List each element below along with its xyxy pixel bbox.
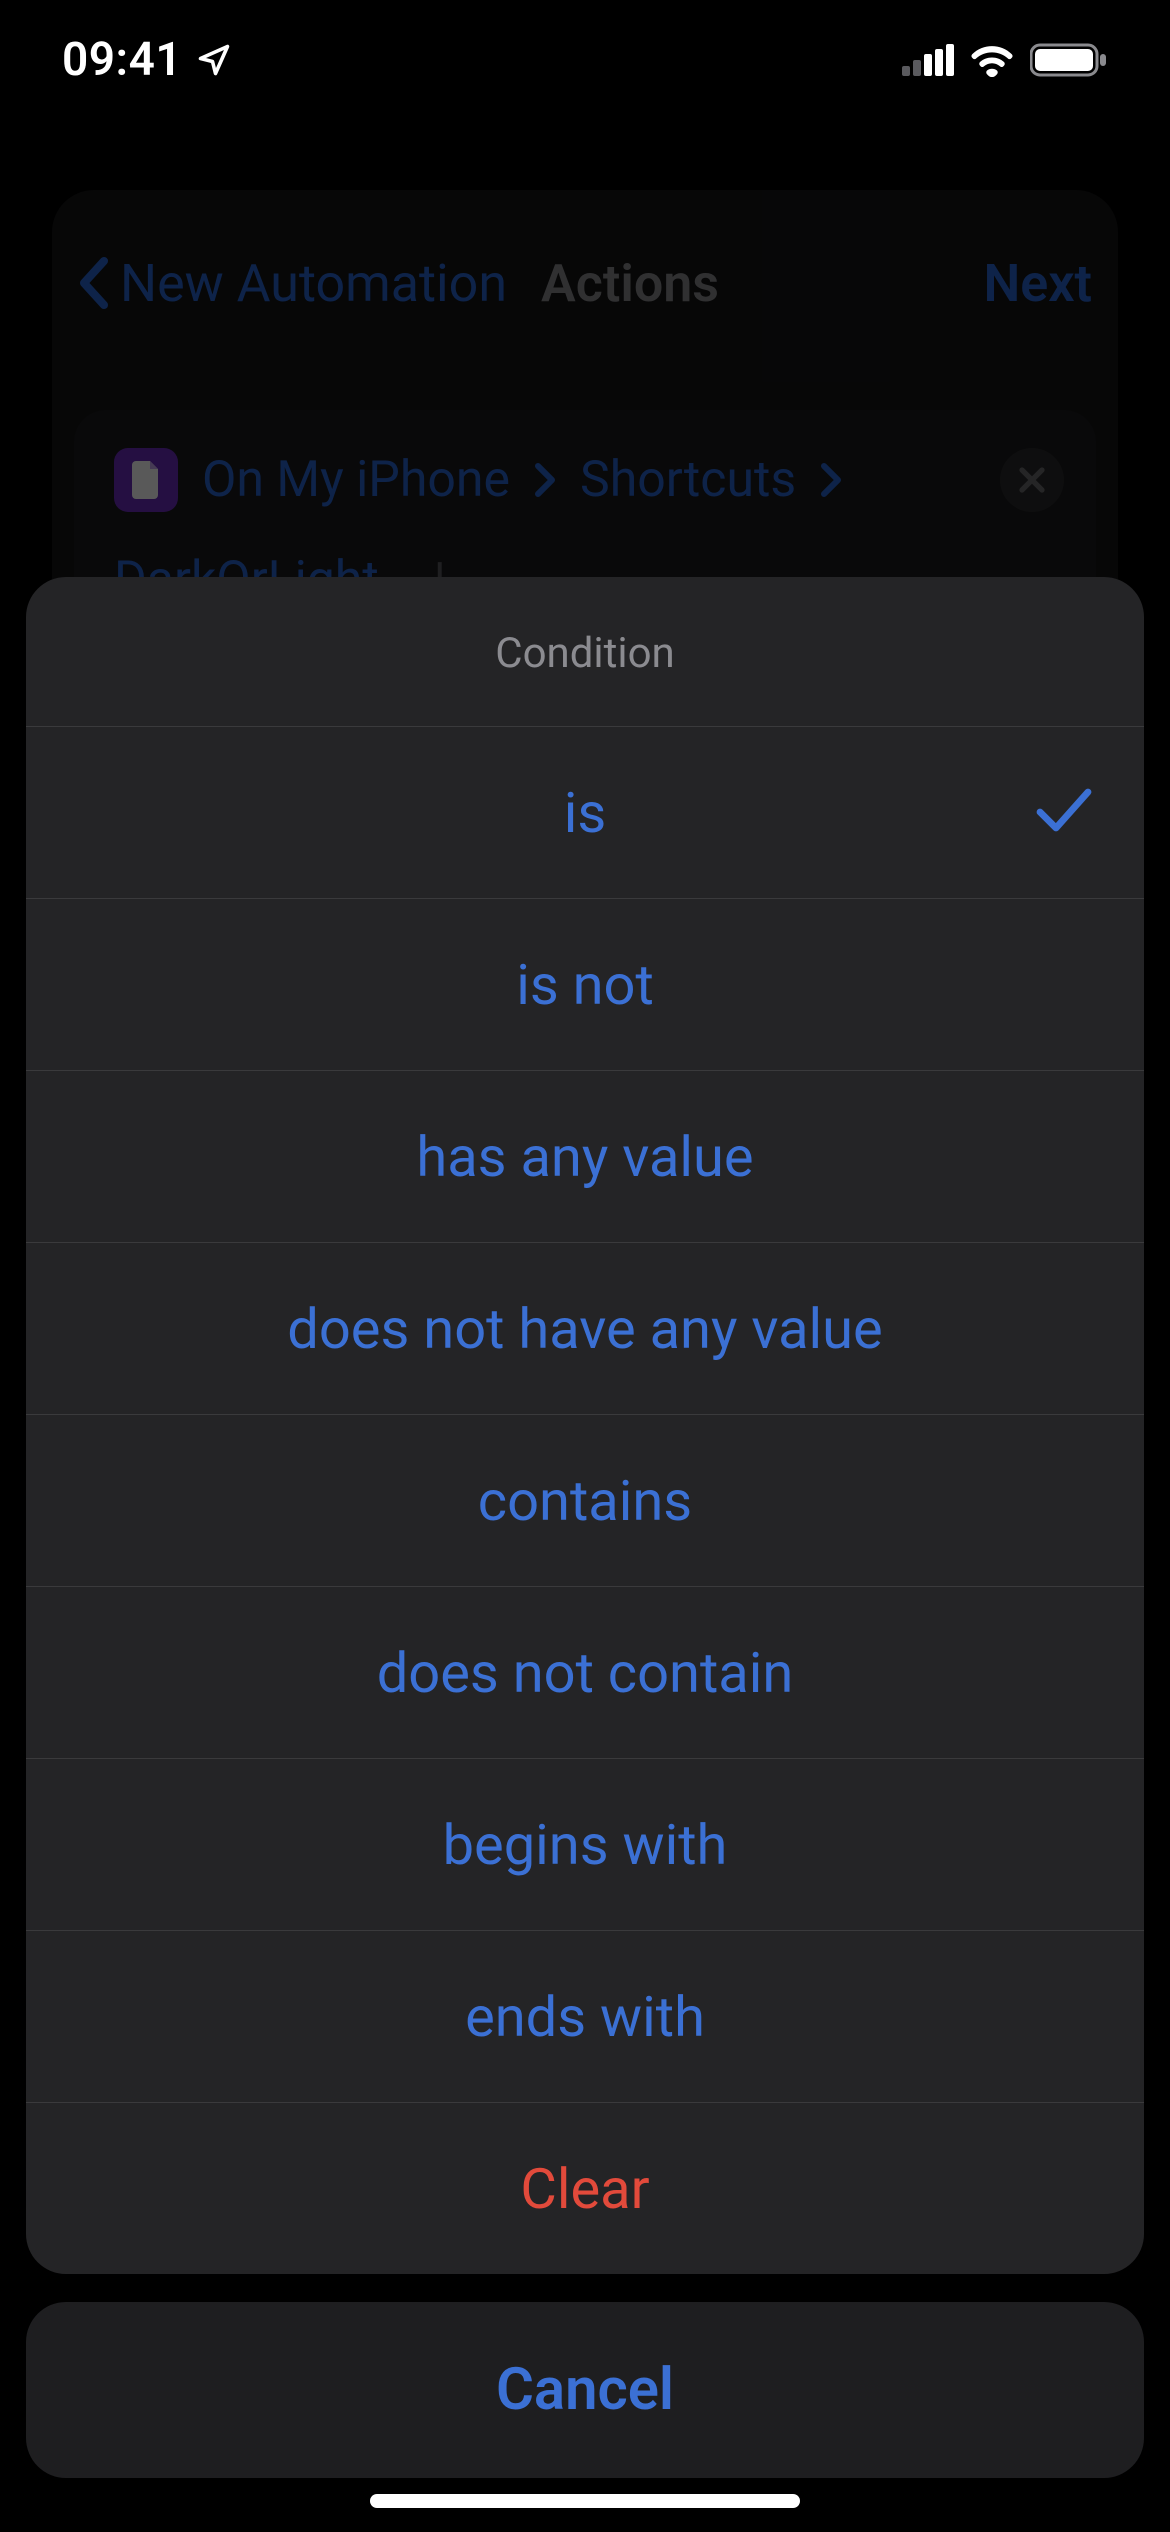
action-card-breadcrumb: On My iPhone Shortcuts bbox=[114, 448, 1056, 512]
condition-option-contains[interactable]: contains bbox=[26, 1414, 1144, 1586]
condition-option-is-not[interactable]: is not bbox=[26, 898, 1144, 1070]
document-icon bbox=[114, 448, 178, 512]
option-label: ends with bbox=[465, 1984, 705, 2050]
condition-option-does-not-have-any-value[interactable]: does not have any value bbox=[26, 1242, 1144, 1414]
chevron-right-icon bbox=[534, 462, 556, 498]
option-label: contains bbox=[478, 1468, 692, 1534]
background-nav-bar: New Automation Actions Next bbox=[52, 228, 1118, 338]
cancel-button[interactable]: Cancel bbox=[26, 2302, 1144, 2478]
condition-option-has-any-value[interactable]: has any value bbox=[26, 1070, 1144, 1242]
status-bar: 09:41 bbox=[0, 0, 1170, 120]
condition-option-begins-with[interactable]: begins with bbox=[26, 1758, 1144, 1930]
option-label: is not bbox=[516, 952, 654, 1018]
option-label: does not contain bbox=[377, 1640, 794, 1706]
chevron-left-icon bbox=[78, 257, 110, 309]
status-time-group: 09:41 bbox=[62, 33, 232, 87]
page-title: Actions bbox=[541, 253, 719, 314]
home-indicator[interactable] bbox=[370, 2494, 800, 2508]
condition-option-ends-with[interactable]: ends with bbox=[26, 1930, 1144, 2102]
checkmark-icon bbox=[1036, 780, 1092, 846]
next-button[interactable]: Next bbox=[983, 253, 1092, 314]
cellular-signal-icon bbox=[902, 44, 954, 76]
chevron-right-icon bbox=[820, 462, 842, 498]
location-arrow-icon bbox=[196, 42, 232, 78]
option-label: has any value bbox=[416, 1124, 753, 1190]
cancel-label: Cancel bbox=[496, 2356, 674, 2424]
sheet-title: Condition bbox=[26, 577, 1144, 726]
status-icons bbox=[902, 42, 1108, 78]
clear-label: Clear bbox=[520, 2156, 649, 2222]
clear-button[interactable]: Clear bbox=[26, 2102, 1144, 2274]
close-icon[interactable] bbox=[1000, 448, 1064, 512]
condition-action-sheet: Condition is is not has any value does n… bbox=[26, 577, 1144, 2478]
option-label: does not have any value bbox=[287, 1296, 882, 1362]
option-label: is bbox=[564, 780, 607, 846]
wifi-icon bbox=[968, 43, 1016, 77]
breadcrumb-segment[interactable]: On My iPhone bbox=[202, 451, 510, 509]
condition-option-is[interactable]: is bbox=[26, 726, 1144, 898]
background-nav-left: New Automation Actions bbox=[78, 253, 719, 314]
battery-icon bbox=[1030, 42, 1108, 78]
status-time: 09:41 bbox=[62, 33, 182, 87]
option-label: begins with bbox=[443, 1812, 728, 1878]
breadcrumb-segment[interactable]: Shortcuts bbox=[580, 451, 796, 509]
back-button[interactable]: New Automation bbox=[120, 253, 507, 314]
condition-option-does-not-contain[interactable]: does not contain bbox=[26, 1586, 1144, 1758]
condition-sheet-main: Condition is is not has any value does n… bbox=[26, 577, 1144, 2274]
